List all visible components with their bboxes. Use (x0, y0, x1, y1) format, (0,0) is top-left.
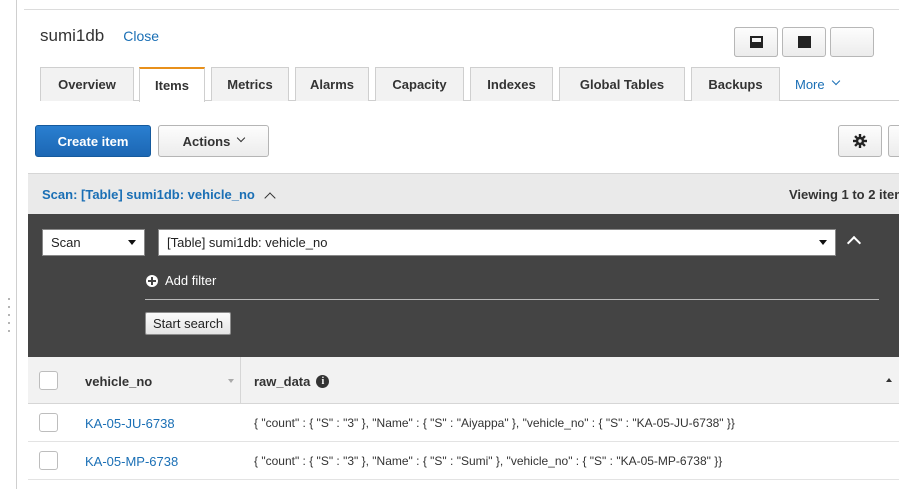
column-divider (240, 357, 241, 404)
scan-type-value: Scan (51, 235, 81, 250)
scan-type-select[interactable]: Scan (42, 229, 145, 256)
tab-items[interactable]: Items (139, 67, 205, 102)
add-filter-button[interactable]: Add filter (146, 273, 216, 288)
table-header: sumi1db Close (40, 26, 159, 46)
vehicle-no-link[interactable]: KA-05-JU-6738 (85, 416, 175, 431)
actions-button[interactable]: Actions (158, 125, 269, 157)
scan-title: Scan: [Table] sumi1db: vehicle_no (42, 187, 255, 202)
view-full-panel-button[interactable] (782, 27, 826, 57)
tab-global-tables[interactable]: Global Tables (559, 67, 685, 101)
panel-splitter-handle[interactable] (7, 298, 11, 332)
view-mode-buttons (734, 27, 878, 57)
raw-data-cell: { "count" : { "S" : "3" }, "Name" : { "S… (254, 454, 723, 468)
tab-indexes[interactable]: Indexes (470, 67, 553, 101)
add-filter-label: Add filter (165, 273, 217, 288)
viewing-count: Viewing 1 to 2 items (789, 187, 899, 202)
view-bottom-panel-button[interactable] (734, 27, 778, 57)
settings-button[interactable] (838, 125, 882, 157)
vehicle-no-link[interactable]: KA-05-MP-6738 (85, 454, 178, 469)
tab-alarms[interactable]: Alarms (295, 67, 369, 101)
raw-data-cell: { "count" : { "S" : "3" }, "Name" : { "S… (254, 416, 735, 430)
scan-panel: Scan [Table] sumi1db: vehicle_no Add fil… (28, 214, 899, 357)
tab-capacity[interactable]: Capacity (375, 67, 464, 101)
sort-ascending-icon[interactable] (886, 378, 892, 382)
scan-panel-divider (145, 299, 879, 300)
chevron-down-icon (237, 133, 246, 143)
tab-backups[interactable]: Backups (691, 67, 780, 101)
dropdown-arrow-icon (819, 240, 827, 245)
tab-more-label: More (795, 76, 825, 92)
start-search-button[interactable]: Start search (145, 312, 232, 335)
tab-overview[interactable]: Overview (40, 67, 134, 101)
table-row[interactable]: KA-05-JU-6738 { "count" : { "S" : "3" },… (28, 404, 899, 442)
close-link[interactable]: Close (123, 28, 159, 44)
column-header-raw-data[interactable]: raw_data i (254, 374, 330, 389)
column-header-raw-data-label: raw_data (254, 374, 311, 389)
column-header-vehicle-no[interactable]: vehicle_no (85, 374, 152, 389)
actions-button-label: Actions (182, 133, 231, 149)
panel-full-icon (797, 36, 811, 48)
select-all-checkbox[interactable] (39, 371, 58, 390)
view-more-button[interactable] (830, 27, 874, 57)
left-panel-border (16, 0, 17, 489)
table-row[interactable]: KA-05-MP-6738 { "count" : { "S" : "3" },… (28, 442, 899, 480)
scan-summary-bar: Scan: [Table] sumi1db: vehicle_no Viewin… (28, 173, 899, 214)
scan-target-value: [Table] sumi1db: vehicle_no (167, 235, 328, 250)
dropdown-arrow-icon (128, 240, 136, 245)
chevron-up-icon (264, 191, 276, 204)
create-item-button[interactable]: Create item (35, 125, 151, 157)
items-table-header: vehicle_no raw_data i (28, 357, 899, 404)
tab-metrics[interactable]: Metrics (211, 67, 289, 101)
chevron-down-icon (831, 76, 840, 86)
scan-toggle[interactable]: Scan: [Table] sumi1db: vehicle_no (42, 187, 276, 204)
top-divider (24, 9, 899, 10)
table-name: sumi1db (40, 26, 105, 45)
row-checkbox[interactable] (39, 451, 58, 470)
tab-more[interactable]: More (795, 67, 875, 101)
panel-bottom-icon (749, 36, 763, 48)
scan-target-select[interactable]: [Table] sumi1db: vehicle_no (158, 229, 836, 256)
info-icon[interactable]: i (316, 375, 330, 388)
overflow-button[interactable] (888, 125, 899, 157)
row-checkbox[interactable] (39, 413, 58, 432)
gear-icon (853, 134, 867, 148)
table-tabs: Overview Items Metrics Alarms Capacity I… (40, 67, 899, 102)
sort-caret-icon[interactable] (228, 379, 234, 383)
plus-circle-icon (146, 274, 158, 287)
collapse-icon[interactable] (846, 235, 862, 251)
